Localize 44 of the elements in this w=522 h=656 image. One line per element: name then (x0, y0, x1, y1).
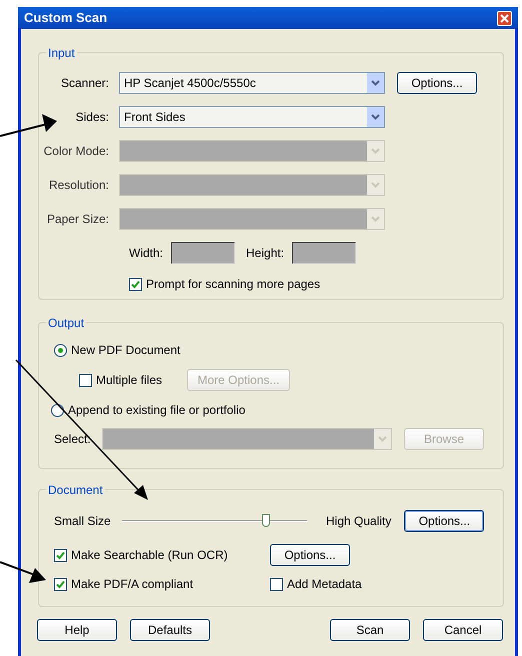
slider-thumb[interactable] (262, 514, 270, 527)
field-label: Sides: (74, 109, 110, 126)
checkbox-label: Add Metadata (287, 576, 362, 593)
field-label: Resolution: (48, 177, 110, 194)
dropdown-value: Front Sides (123, 109, 186, 126)
close-icon[interactable] (497, 10, 512, 26)
checkbox-label: Prompt for scanning more pages (146, 276, 320, 293)
checkbox[interactable] (79, 374, 92, 386)
slider-max-label: High Quality (326, 513, 392, 530)
field-label: Height: (246, 245, 284, 262)
field-label: Paper Size: (46, 211, 110, 228)
radio-label: New PDF Document (71, 342, 180, 359)
annotation-arrow (0, 114, 57, 137)
checkbox[interactable] (54, 548, 67, 562)
field-label: Select: (54, 431, 92, 448)
radio-button[interactable] (54, 344, 67, 356)
dropdown[interactable]: HP Scanjet 4500c/5550c (119, 72, 385, 94)
checkbox[interactable] (54, 578, 67, 590)
dialog-button[interactable]: Options... (397, 72, 477, 94)
dropdown[interactable]: Front Sides (119, 106, 385, 128)
dialog-button[interactable]: Defaults (130, 619, 210, 641)
checkbox-label: Make Searchable (Run OCR) (71, 547, 228, 564)
checkbox[interactable] (129, 278, 142, 290)
dialog-button[interactable]: Options... (270, 544, 350, 566)
dropdown-value: HP Scanjet 4500c/5550c (123, 75, 257, 92)
quality-slider[interactable] (122, 514, 307, 528)
dialog-button[interactable]: Scan (330, 619, 410, 641)
dialog-button[interactable]: Cancel (423, 619, 503, 641)
field-label: Scanner: (60, 75, 110, 92)
checkbox[interactable] (270, 578, 283, 590)
checkbox-label: Make PDF/A compliant (71, 576, 194, 593)
window-title: Custom Scan (24, 9, 108, 28)
annotation-arrow (0, 561, 46, 583)
field-label: Color Mode: (42, 143, 110, 160)
checkbox-label: Multiple files (96, 372, 162, 389)
checkmark-icon (131, 280, 140, 288)
radio-label: Append to existing file or portfolio (68, 402, 246, 419)
radio-button[interactable] (51, 404, 64, 416)
checkmark-icon (56, 580, 65, 588)
dialog-button[interactable]: Help (37, 619, 117, 641)
field-label: Width: (129, 245, 164, 262)
checkmark-icon (56, 550, 65, 560)
slider-min-label: Small Size (54, 513, 112, 530)
dialog-button[interactable]: Options... (404, 510, 484, 532)
